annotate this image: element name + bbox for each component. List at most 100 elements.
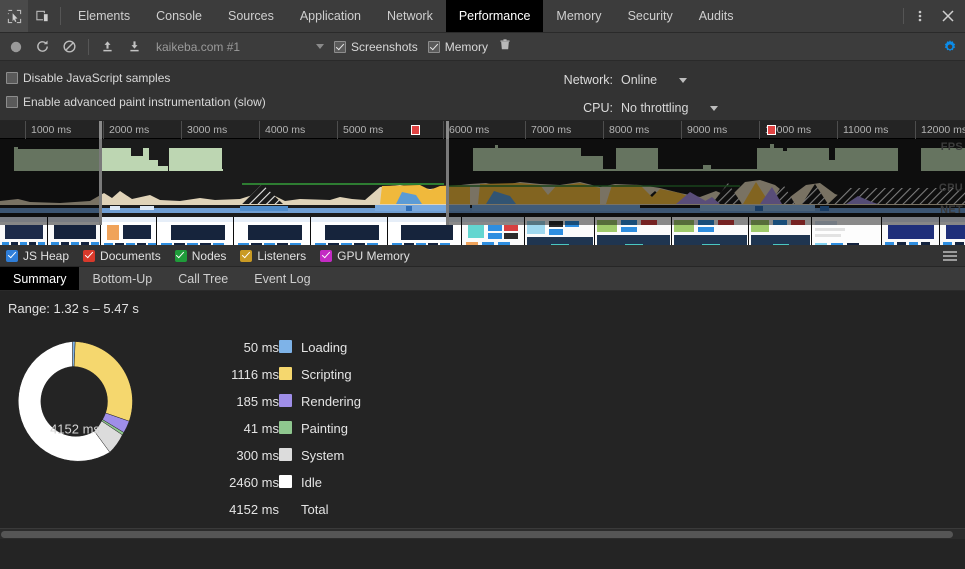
overview-selection-handle-left[interactable]	[99, 139, 102, 225]
overview-tick: 4000 ms	[259, 121, 305, 139]
record-button[interactable]	[2, 34, 29, 60]
tab-memory[interactable]: Memory	[543, 0, 614, 32]
filmstrip-frame[interactable]	[525, 217, 595, 245]
capture-settings-pane: Disable JavaScript samples Enable advanc…	[0, 61, 965, 121]
long-frame-marker[interactable]	[411, 125, 420, 135]
tab-event-log[interactable]: Event Log	[241, 267, 323, 290]
filmstrip-frame[interactable]	[882, 217, 940, 245]
subtab-label: Bottom-Up	[92, 271, 153, 286]
frame-thumb	[311, 217, 387, 245]
counter-label: JS Heap	[23, 248, 70, 263]
filmstrip-frame[interactable]	[311, 217, 388, 245]
filmstrip-frame[interactable]	[234, 217, 311, 245]
disable-js-samples-checkbox[interactable]: Disable JavaScript samples	[6, 71, 170, 85]
selection-handle-right-top[interactable]	[446, 121, 449, 139]
donut-slice-scripting[interactable]	[73, 341, 133, 422]
scripting-swatch	[279, 366, 292, 380]
idle-swatch	[279, 474, 292, 488]
screenshots-checkbox-box	[334, 40, 346, 53]
overview-tick: 8000 ms	[603, 121, 649, 139]
filmstrip-frame[interactable]	[749, 217, 812, 245]
legend-row-rendering[interactable]: 185 ms Rendering	[193, 388, 361, 415]
screenshots-checkbox[interactable]: Screenshots	[334, 40, 418, 54]
tab-security[interactable]: Security	[615, 0, 686, 32]
session-dropdown-caret-icon[interactable]	[316, 44, 324, 49]
filmstrip-frame[interactable]	[940, 217, 965, 245]
save-profile-icon[interactable]	[121, 34, 148, 60]
throttling-controls: Network: Online CPU: No throttling	[545, 66, 965, 122]
filmstrip-frame[interactable]	[595, 217, 672, 245]
tab-label: Performance	[458, 9, 531, 23]
memory-checkbox[interactable]: Memory	[427, 40, 488, 54]
legend-row-painting[interactable]: 41 ms Painting	[193, 415, 361, 442]
tab-bottom-up[interactable]: Bottom-Up	[79, 267, 165, 290]
subtab-label: Call Tree	[178, 271, 229, 286]
tab-application[interactable]: Application	[287, 0, 374, 32]
counter-label: Nodes	[191, 248, 227, 263]
overview-selection-handle-right[interactable]	[446, 139, 449, 225]
legend-value: 1116 ms	[231, 367, 279, 382]
legend-row-scripting[interactable]: 1116 ms Scripting	[193, 361, 361, 388]
tab-audits[interactable]: Audits	[686, 0, 747, 32]
counter-listeners[interactable]: Listeners	[240, 249, 306, 263]
counter-js-heap[interactable]: JS Heap	[6, 249, 69, 263]
chevron-down-icon	[710, 105, 719, 111]
tab-elements[interactable]: Elements	[65, 0, 143, 32]
filmstrip-frame[interactable]	[462, 217, 525, 245]
gear-icon[interactable]	[936, 34, 963, 60]
tab-console[interactable]: Console	[143, 0, 215, 32]
tab-network[interactable]: Network	[374, 0, 446, 32]
legend-swatch-cell	[279, 442, 301, 469]
legend-name: Rendering	[301, 394, 361, 409]
clear-icon[interactable]	[56, 34, 83, 60]
frame-thumb	[157, 217, 233, 245]
reload-and-record-icon[interactable]	[29, 34, 56, 60]
close-icon[interactable]	[934, 0, 962, 32]
session-name[interactable]: kaikeba.com #1	[156, 40, 316, 54]
paint-instrumentation-checkbox[interactable]: Enable advanced paint instrumentation (s…	[6, 95, 266, 109]
filmstrip-frame[interactable]	[672, 217, 749, 245]
tab-call-tree[interactable]: Call Tree	[165, 267, 241, 290]
tabbar-right-controls	[901, 0, 965, 32]
devtools-tabbar: Elements Console Sources Application Net…	[0, 0, 965, 33]
network-throttling-row: Network: Online	[545, 66, 965, 94]
counter-gpu-memory[interactable]: GPU Memory	[320, 249, 410, 263]
tab-summary[interactable]: Summary	[0, 267, 80, 290]
network-value: Online	[621, 73, 658, 87]
legend-value: 300 ms	[236, 448, 279, 463]
counter-nodes[interactable]: Nodes	[174, 248, 227, 263]
timeline-overview[interactable]: 1000 ms 2000 ms 3000 ms 4000 ms 5000 ms …	[0, 121, 965, 245]
legend-row-loading[interactable]: 50 ms Loading	[193, 334, 361, 361]
cpu-throttling-select[interactable]: No throttling	[621, 101, 719, 115]
long-frame-marker[interactable]	[767, 125, 776, 135]
legend-name: Idle	[301, 475, 322, 490]
network-throttling-select[interactable]: Online	[621, 73, 688, 87]
load-profile-icon[interactable]	[94, 34, 121, 60]
inspect-element-icon[interactable]	[0, 0, 28, 32]
filmstrip-frame[interactable]	[101, 217, 157, 245]
menu-icon[interactable]	[943, 250, 957, 261]
filmstrip-frame[interactable]	[812, 217, 882, 245]
legend-row-system[interactable]: 300 ms System	[193, 442, 361, 469]
counter-documents[interactable]: Documents	[83, 249, 161, 263]
selection-handle-left-top[interactable]	[99, 121, 102, 139]
collect-garbage-icon[interactable]	[498, 38, 512, 55]
legend-value: 41 ms	[243, 421, 279, 436]
device-toolbar-icon[interactable]	[28, 0, 56, 32]
loading-swatch	[279, 339, 292, 353]
filmstrip-frame[interactable]	[48, 217, 101, 245]
paint-instrumentation-box	[6, 96, 18, 108]
legend-row-idle[interactable]: 2460 ms Idle	[193, 469, 361, 496]
filmstrip-frame[interactable]	[0, 217, 48, 245]
frame-thumb	[462, 217, 524, 245]
tab-sources[interactable]: Sources	[215, 0, 287, 32]
counter-label: GPU Memory	[337, 248, 410, 263]
cpu-value: No throttling	[621, 101, 689, 115]
horizontal-scrollbar[interactable]	[0, 528, 965, 539]
scrollbar-thumb[interactable]	[1, 531, 953, 538]
more-options-icon[interactable]	[906, 0, 934, 32]
filmstrip-strip[interactable]	[0, 217, 965, 245]
tab-performance[interactable]: Performance	[445, 0, 544, 32]
filmstrip-frame[interactable]	[157, 217, 234, 245]
filmstrip-frame[interactable]	[388, 217, 462, 245]
